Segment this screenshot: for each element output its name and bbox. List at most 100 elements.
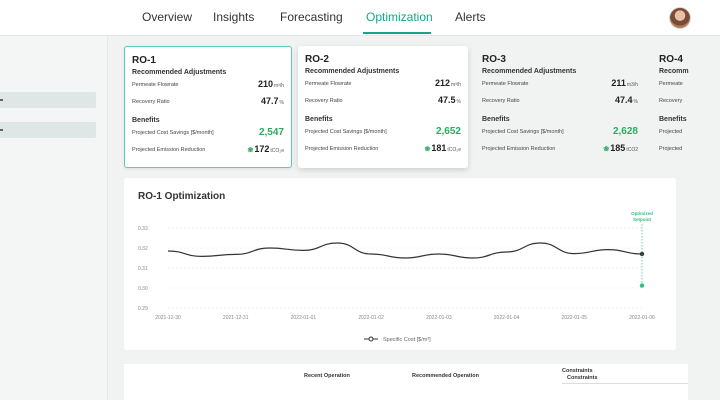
emission-reduction-row: Projected — [659, 140, 720, 157]
recommended-adjustments-heading: Recommended Adjustments — [482, 68, 577, 75]
cost-savings-row: Projected — [659, 123, 720, 140]
constraints-divider — [562, 383, 688, 384]
operation-table-panel: Recent Operation Recommended Operation C… — [124, 364, 688, 400]
y-tick-label: 0.31 — [138, 266, 148, 272]
benefits-heading: Benefits — [132, 117, 160, 124]
x-tick-label: 2022-01-03 — [426, 315, 452, 321]
x-tick-label: 2022-01-02 — [358, 315, 384, 321]
x-tick-label: 2022-01-01 — [291, 315, 317, 321]
sidebar-item-1[interactable] — [0, 92, 96, 108]
ro-card-3[interactable]: RO-3 Recommended Adjustments Permeate Fl… — [475, 46, 645, 168]
recovery-ratio-value-group: 47.5% — [438, 95, 461, 105]
emission-reduction-value: 185 — [610, 143, 626, 153]
permeate-flowrate-row: Permeate Flowrate 211m3/h — [482, 75, 638, 92]
active-tab-indicator — [363, 32, 431, 34]
permeate-flowrate-value-group: 212m³/h — [435, 78, 461, 88]
flowrate-unit: m³/h — [451, 82, 461, 88]
permeate-flowrate-value: 212 — [434, 78, 450, 88]
recovery-ratio-label: Recovery Ratio — [132, 99, 170, 105]
emission-reduction-label: Projected Emission Reduction — [305, 146, 379, 152]
emission-reduction-label: Projected Emission Reduction — [132, 147, 206, 153]
recovery-ratio-row: Recovery Ratio 47.7% — [132, 93, 284, 110]
tab-forecasting[interactable]: Forecasting — [280, 10, 343, 24]
cost-savings-row: Projected Cost Savings [$/month] 2,652 — [305, 123, 461, 140]
y-tick-label: 0.30 — [138, 286, 148, 292]
recovery-ratio-row: Recovery — [659, 92, 720, 109]
leaf-icon: ❀ — [603, 146, 610, 153]
emission-value-group: ❀172tCO₂e — [247, 144, 284, 154]
card-title: RO-4 — [659, 54, 683, 65]
specific-cost-line — [167, 242, 643, 259]
tab-optimization[interactable]: Optimization — [366, 10, 433, 24]
legend-marker — [368, 336, 374, 342]
leaf-icon: ❀ — [247, 147, 254, 154]
leaf-icon: ❀ — [424, 146, 431, 153]
benefits-heading: Benefits — [659, 116, 687, 123]
recovery-ratio-value: 47.4 — [615, 95, 633, 105]
tab-insights[interactable]: Insights — [213, 10, 254, 24]
sidebar-item-marker — [0, 129, 3, 131]
permeate-flowrate-value: 210 — [257, 79, 273, 89]
y-tick-label: 0.32 — [138, 246, 148, 252]
constraints-subheader: Constraints — [567, 375, 598, 381]
emission-reduction-value: 181 — [431, 143, 447, 153]
x-tick-label: 2022-01-04 — [494, 315, 520, 321]
emission-reduction-label: Projected Emission Reduction — [482, 146, 556, 152]
ro-card-1[interactable]: RO-1 Recommended Adjustments Permeate Fl… — [124, 46, 292, 168]
x-tick-label: 2021-12-30 — [155, 315, 181, 321]
recovery-unit: % — [279, 100, 284, 106]
permeate-flowrate-value: 211 — [611, 78, 626, 88]
sidebar-item-2[interactable] — [0, 122, 96, 138]
permeate-flowrate-label: Permeate Flowrate — [132, 82, 179, 88]
top-nav: Overview Insights Forecasting Optimizati… — [0, 0, 720, 36]
cost-savings-row: Projected Cost Savings [$/month] 2,547 — [132, 124, 284, 141]
cost-savings-label: Projected Cost Savings [$/month] — [305, 129, 387, 135]
permeate-flowrate-row: Permeate Flowrate 212m³/h — [305, 75, 461, 92]
emission-reduction-row: Projected Emission Reduction ❀172tCO₂e — [132, 141, 284, 158]
recovery-ratio-label: Recovery Ratio — [482, 98, 520, 104]
permeate-flowrate-label: Permeate Flowrate — [482, 81, 529, 87]
emission-value-group: ❀181tCO₂e — [424, 143, 461, 153]
permeate-flowrate-label: Permeate — [659, 81, 683, 87]
recommended-operation-header: Recommended Operation — [412, 373, 479, 379]
recovery-ratio-value-group: 47.7% — [261, 96, 284, 106]
flowrate-unit: m³/h — [274, 83, 284, 89]
card-title: RO-1 — [132, 55, 156, 66]
sidebar-item-marker — [0, 99, 3, 101]
tab-alerts[interactable]: Alerts — [455, 10, 486, 24]
ro-card-4[interactable]: RO-4 Recomm Permeate Recovery Benefits P… — [652, 46, 720, 168]
emission-unit: tCO2 — [626, 147, 638, 153]
emission-unit: tCO₂e — [447, 147, 461, 153]
cost-savings-label: Projected Cost Savings [$/month] — [132, 130, 214, 136]
recovery-ratio-label: Recovery — [659, 98, 683, 104]
benefits-heading: Benefits — [305, 116, 333, 123]
permeate-flowrate-row: Permeate — [659, 75, 720, 92]
recent-operation-header: Recent Operation — [304, 373, 350, 379]
recovery-unit: % — [633, 99, 638, 105]
flowrate-unit: m3/h — [626, 82, 638, 88]
recovery-ratio-value: 47.5 — [438, 95, 456, 105]
cost-savings-value: 2,628 — [612, 126, 638, 137]
recovery-ratio-row: Recovery Ratio 47.5% — [305, 92, 461, 109]
emission-reduction-value: 172 — [254, 144, 270, 154]
sidebar — [0, 36, 108, 400]
recovery-ratio-label: Recovery Ratio — [305, 98, 343, 104]
emission-unit: tCO₂e — [270, 148, 284, 154]
tab-overview[interactable]: Overview — [142, 10, 192, 24]
cost-savings-value: 2,652 — [435, 126, 461, 137]
permeate-flowrate-value-group: 210m³/h — [258, 79, 284, 89]
x-tick-label: 2022-01-06 — [629, 315, 655, 321]
constraints-header: Constraints — [562, 368, 593, 374]
ro-card-2[interactable]: RO-2 Recommended Adjustments Permeate Fl… — [298, 46, 468, 168]
optimized-setpoint-marker — [639, 283, 645, 288]
y-tick-label: 0.33 — [138, 226, 148, 232]
recovery-unit: % — [456, 99, 461, 105]
permeate-flowrate-label: Permeate Flowrate — [305, 81, 352, 87]
optimized-setpoint-label: Setpoint — [633, 217, 651, 222]
benefits-heading: Benefits — [482, 116, 510, 123]
recommended-adjustments-heading: Recommended Adjustments — [305, 68, 400, 75]
emission-reduction-row: Projected Emission Reduction ❀181tCO₂e — [305, 140, 461, 157]
optimization-chart-panel: RO-1 Optimization 0.33 0.32 0.31 0.30 0.29 20… — [124, 178, 676, 350]
user-avatar[interactable] — [669, 7, 691, 29]
card-title: RO-2 — [305, 54, 329, 65]
